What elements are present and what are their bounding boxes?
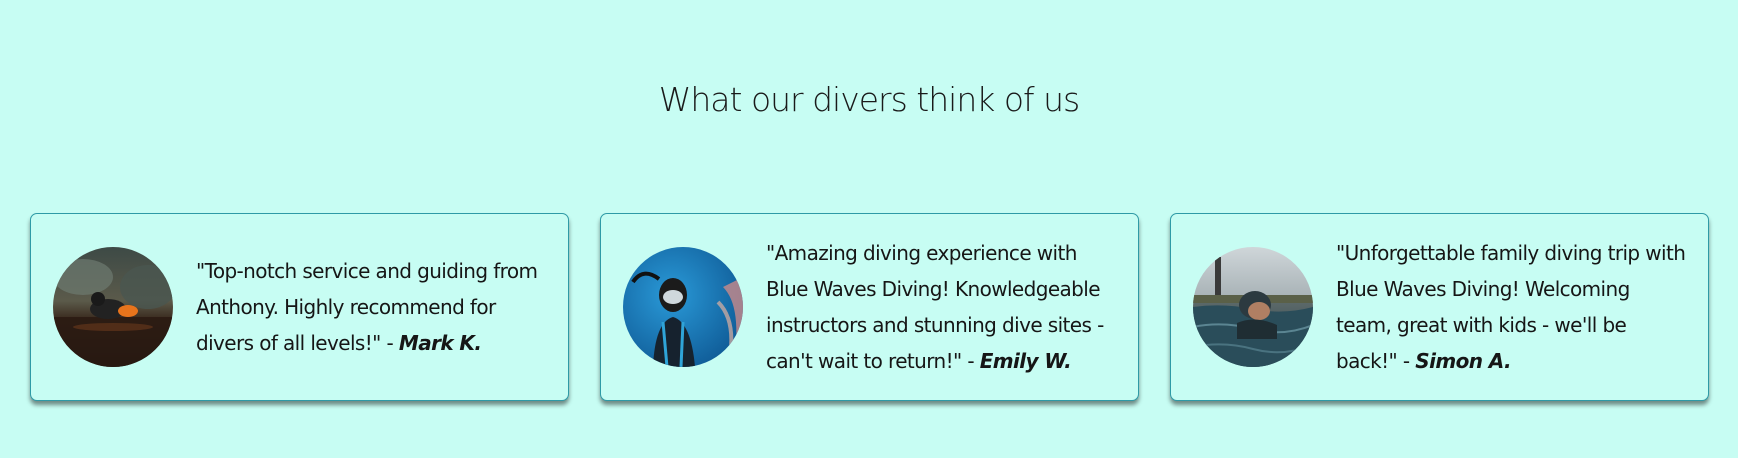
testimonial-text: "Amazing diving experience with Blue Wav… (766, 235, 1118, 379)
testimonial-card: "Unforgettable family diving trip with B… (1170, 213, 1709, 401)
diver-underwater-photo (623, 247, 743, 367)
avatar (53, 247, 173, 367)
author-name: Mark K. (398, 331, 482, 355)
avatar (623, 247, 743, 367)
testimonial-text: "Unforgettable family diving trip with B… (1336, 235, 1688, 379)
testimonial-card: "Amazing diving experience with Blue Wav… (600, 213, 1139, 401)
diver-in-cave-photo (53, 247, 173, 367)
author-name: Simon A. (1415, 349, 1511, 373)
section-title: What our divers think of us (658, 80, 1081, 119)
author-name: Emily W. (979, 349, 1072, 373)
testimonials-list: "Top-notch service and guiding from Anth… (30, 213, 1709, 401)
swimmer-near-lighthouse-photo (1193, 247, 1313, 367)
testimonial-text: "Top-notch service and guiding from Anth… (196, 253, 548, 361)
avatar (1193, 247, 1313, 367)
quote-text: "Top-notch service and guiding from Anth… (196, 259, 538, 355)
testimonial-card: "Top-notch service and guiding from Anth… (30, 213, 569, 401)
